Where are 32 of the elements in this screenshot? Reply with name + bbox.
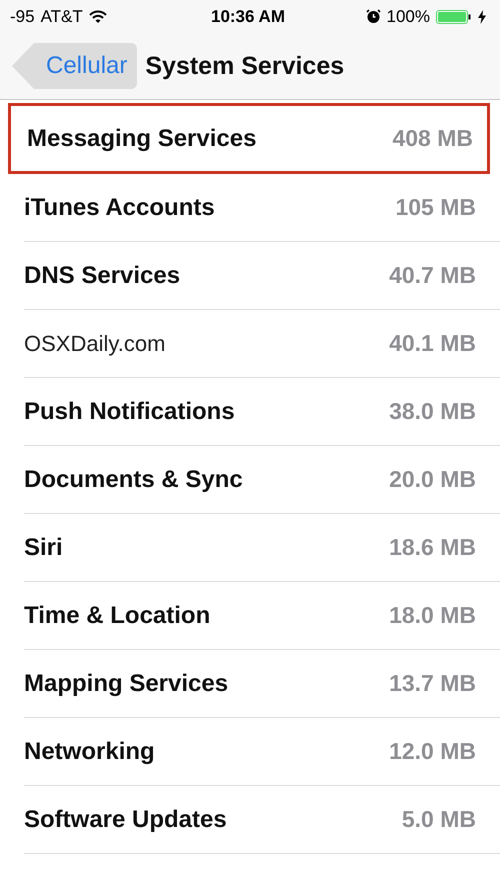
service-name: OSXDaily.com	[24, 330, 166, 356]
data-usage: 40.7 MB	[389, 262, 476, 289]
wifi-icon	[88, 10, 107, 24]
clock-time: 10:36 AM	[210, 6, 285, 26]
back-button[interactable]: Cellular	[12, 43, 138, 89]
service-name: Networking	[24, 738, 155, 766]
data-usage: 18.6 MB	[389, 534, 476, 561]
data-usage: 20.0 MB	[389, 466, 476, 493]
battery-icon	[436, 8, 472, 24]
service-name: Messaging Services	[27, 124, 256, 152]
data-usage: 40.1 MB	[389, 330, 476, 357]
service-name: Software Updates	[24, 806, 227, 834]
signal-strength: -95	[10, 6, 35, 26]
data-usage: 408 MB	[392, 125, 473, 152]
alarm-clock-icon	[366, 9, 380, 24]
service-name: Mapping Services	[24, 670, 228, 698]
battery-percentage: 100%	[386, 6, 430, 26]
service-name: iTunes Accounts	[24, 194, 215, 222]
charging-bolt-icon	[478, 10, 486, 24]
page-title: System Services	[145, 52, 344, 80]
service-name: Siri	[24, 534, 63, 562]
data-usage: 38.0 MB	[389, 398, 476, 425]
service-name: Documents & Sync	[24, 466, 243, 494]
data-usage: 105 MB	[395, 194, 476, 221]
service-name: Time & Location	[24, 602, 210, 630]
service-name: DNS Services	[24, 262, 180, 290]
carrier-name: AT&T	[40, 6, 83, 26]
service-name: Push Notifications	[24, 398, 235, 426]
data-usage: 12.0 MB	[389, 738, 476, 765]
data-usage: 5.0 MB	[402, 806, 476, 833]
data-usage: 13.7 MB	[389, 670, 476, 697]
data-usage: 18.0 MB	[389, 602, 476, 629]
